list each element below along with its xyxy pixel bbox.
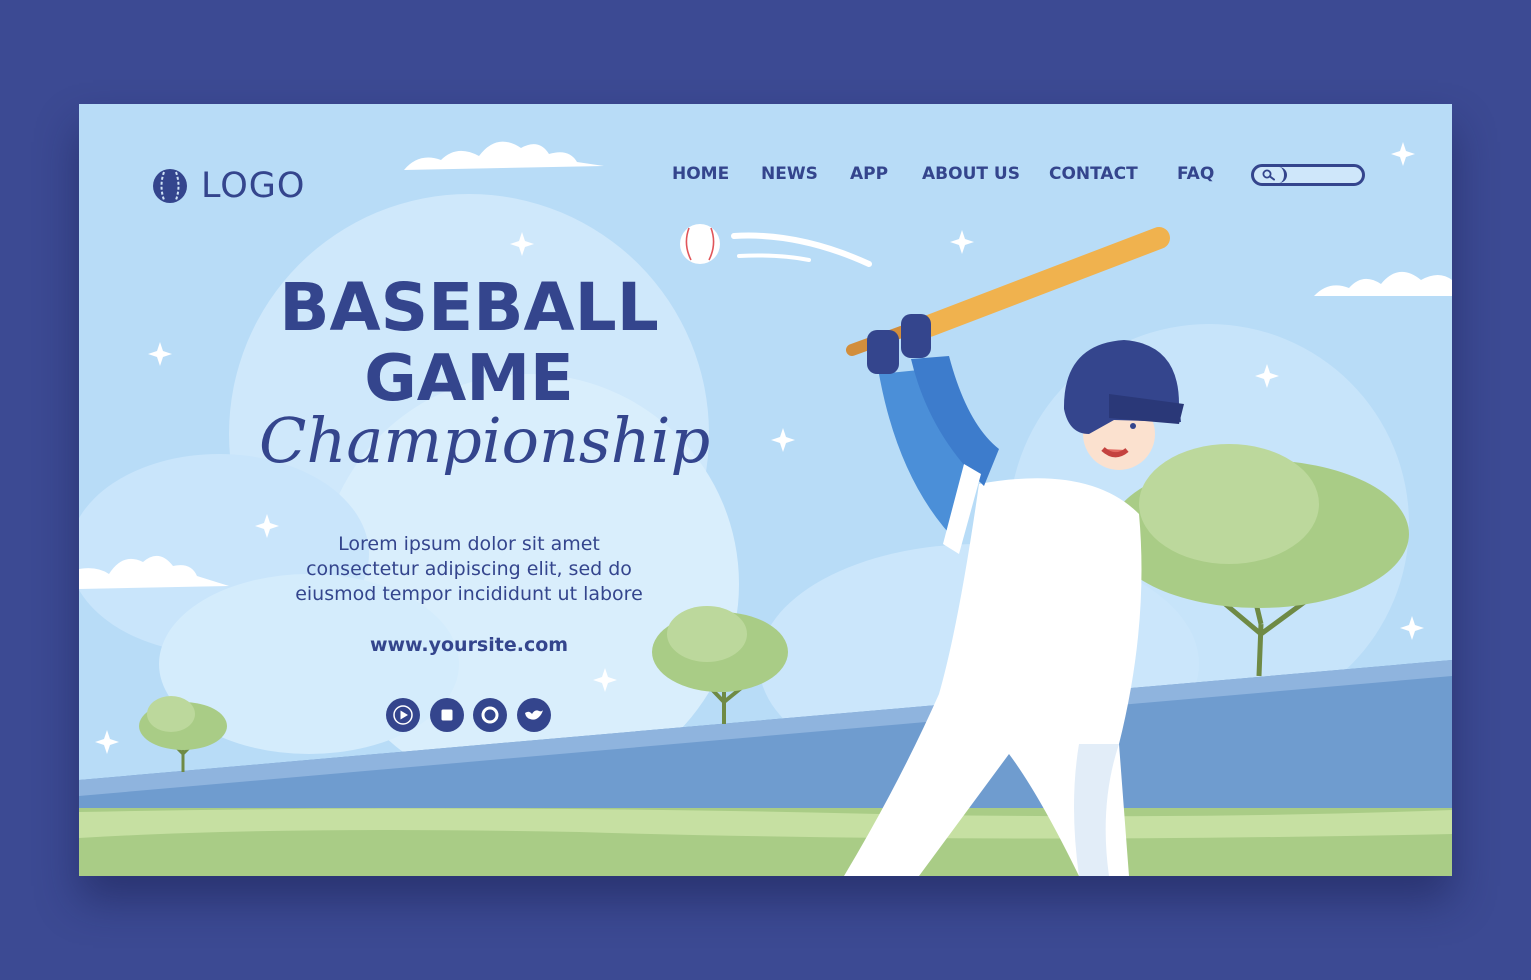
background-scene (79, 141, 1452, 876)
cloud (1314, 271, 1452, 296)
circle-icon (481, 706, 499, 724)
landing-page: LOGO HOME NEWS APP ABOUT US CONTACT FAQ … (79, 104, 1452, 876)
play-icon (393, 705, 413, 725)
logo-text: LOGO (201, 166, 306, 206)
nav-news[interactable]: NEWS (761, 161, 818, 187)
social-play-button[interactable] (386, 698, 420, 732)
social-circle-button[interactable] (473, 698, 507, 732)
nav-contact[interactable]: CONTACT (1049, 161, 1138, 187)
description-line: Lorem ipsum dolor sit amet (338, 533, 600, 555)
description-line: eiusmod tempor incididunt ut labore (295, 583, 643, 605)
logo[interactable]: LOGO (153, 164, 305, 208)
social-stop-button[interactable] (430, 698, 464, 732)
search-button[interactable] (1254, 167, 1287, 183)
nav-app[interactable]: APP (850, 161, 888, 187)
cloud (404, 141, 604, 170)
flying-ball (680, 224, 872, 267)
nav-about-us[interactable]: ABOUT US (922, 161, 1020, 187)
stop-icon (441, 709, 453, 721)
bird-icon (525, 710, 543, 720)
magnifier-icon (1262, 169, 1275, 181)
hero-description: Lorem ipsum dolor sit amet consectetur a… (269, 532, 669, 607)
nav-home[interactable]: HOME (672, 161, 729, 187)
hero-title-script: Championship (259, 404, 711, 477)
baseball-icon (153, 169, 187, 203)
hero-title-line1: BASEBALL (279, 269, 659, 346)
description-line: consectetur adipiscing elit, sed do (306, 558, 632, 580)
social-bird-button[interactable] (517, 698, 551, 732)
search-input[interactable] (1251, 164, 1365, 186)
website-link[interactable]: www.yoursite.com (269, 634, 669, 656)
nav-faq[interactable]: FAQ (1177, 161, 1214, 187)
